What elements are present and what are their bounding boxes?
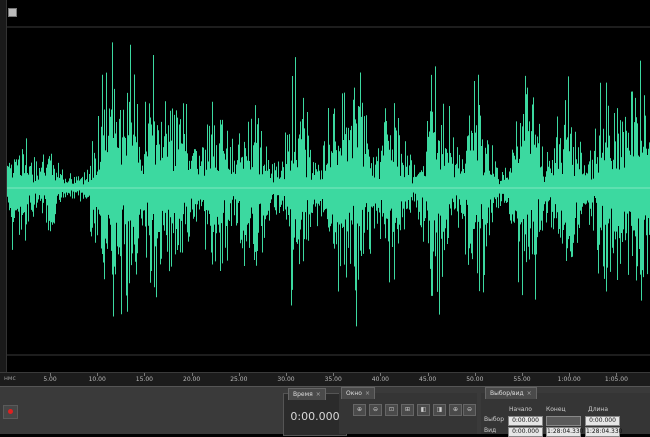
row-label-selection: Выбор <box>484 416 505 423</box>
tab-zoom[interactable]: Окно × <box>341 387 375 399</box>
ruler-tick-label: 10.00 <box>88 376 106 383</box>
ruler-tick-label: 15.00 <box>135 376 153 383</box>
ruler-tick-label: 55.00 <box>513 376 531 383</box>
record-icon <box>8 409 13 414</box>
selection-end-field[interactable] <box>546 416 581 426</box>
zoom-vertical-out-icon[interactable]: ⊖ <box>463 404 476 416</box>
ruler-tick-label: 25.00 <box>230 376 248 383</box>
tab-selection-view[interactable]: Выбор/вид × <box>485 387 537 399</box>
close-icon[interactable]: × <box>527 390 532 397</box>
zoom-full-icon[interactable]: ⊡ <box>385 404 398 416</box>
ruler-tick-label: 1:00.00 <box>557 376 581 383</box>
tab-time[interactable]: Время × <box>288 388 326 400</box>
view-length-field[interactable]: 1:28:04.330 <box>585 427 623 437</box>
zoom-selection-icon[interactable]: ⊞ <box>401 404 414 416</box>
time-panel: Время × 0:00.000 <box>283 388 347 436</box>
record-button[interactable] <box>3 405 18 419</box>
view-end-field[interactable]: 1:28:04.330 <box>546 427 584 437</box>
zoom-in-icon[interactable]: ⊕ <box>353 404 366 416</box>
waveform-editor[interactable] <box>0 0 650 372</box>
ruler-tick-label: 50.00 <box>466 376 484 383</box>
close-icon[interactable]: × <box>316 391 321 398</box>
ruler-unit-label: нмс <box>4 375 16 382</box>
zoom-out-icon[interactable]: ⊖ <box>369 404 382 416</box>
tab-zoom-label: Окно <box>346 390 362 397</box>
header-end: Конец <box>546 406 566 413</box>
vertical-scrollbar[interactable] <box>0 0 7 372</box>
selection-panel: Выбор/вид × Начало Конец Длина Выбор 0:00… <box>481 387 650 437</box>
ruler-tick-label: 30.00 <box>277 376 295 383</box>
header-start: Начало <box>509 406 532 413</box>
waveform-path <box>7 42 650 327</box>
waveform-display[interactable] <box>7 0 650 372</box>
ruler-tick-label: 45.00 <box>419 376 437 383</box>
time-display: 0:00.000 <box>290 410 340 423</box>
ruler-tick-label: 40.00 <box>371 376 389 383</box>
zoom-vertical-in-icon[interactable]: ⊕ <box>449 404 462 416</box>
ruler-tick-label: 20.00 <box>183 376 201 383</box>
selection-start-field[interactable]: 0:00.000 <box>508 416 543 426</box>
time-ruler[interactable]: нмс 5.00 10.00 15.00 20.00 25.00 30.00 35.00 40… <box>0 372 650 387</box>
zoom-panel: Окно × ⊕ ⊖ ⊡ ⊞ ◧ ◨ ⊕ ⊖ <box>339 387 477 434</box>
tab-selection-label: Выбор/вид <box>490 390 524 397</box>
bottom-panel: Время × 0:00.000 Окно × ⊕ ⊖ ⊡ ⊞ ◧ ◨ ⊕ ⊖ Вы… <box>0 386 650 437</box>
ruler-tick-label: 1:05.00 <box>604 376 628 383</box>
close-icon[interactable]: × <box>365 390 370 397</box>
selection-length-field[interactable]: 0:00.000 <box>585 416 620 426</box>
ruler-tick-label: 5.00 <box>43 376 57 383</box>
header-length: Длина <box>588 406 609 413</box>
zoom-right-icon[interactable]: ◨ <box>433 404 446 416</box>
zoom-left-icon[interactable]: ◧ <box>417 404 430 416</box>
ruler-tick-label: 35.00 <box>324 376 342 383</box>
view-start-field[interactable]: 0:00.000 <box>508 427 543 437</box>
tab-time-label: Время <box>293 391 313 398</box>
